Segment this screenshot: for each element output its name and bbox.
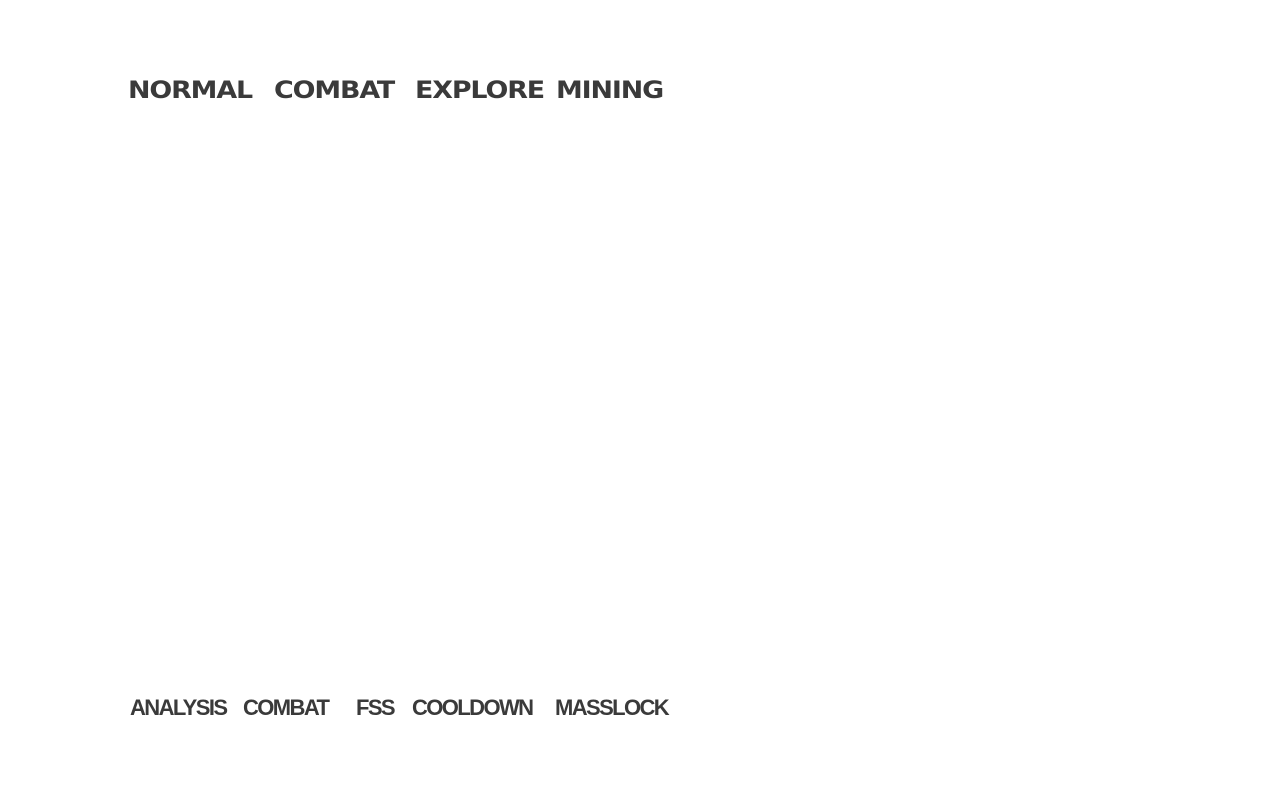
tab-normal[interactable]: NORMAL: [128, 74, 253, 106]
status-analysis: ANALYSIS: [130, 695, 228, 720]
status-combat: COMBAT: [243, 695, 330, 720]
tab-combat[interactable]: COMBAT: [274, 74, 395, 106]
tab-mining[interactable]: MINING: [556, 74, 664, 106]
tab-explore[interactable]: EXPLORE: [415, 74, 545, 106]
status-cooldown: COOLDOWN: [412, 695, 534, 720]
status-fss: FSS: [356, 695, 396, 720]
status-masslock: MASSLOCK: [555, 695, 670, 720]
